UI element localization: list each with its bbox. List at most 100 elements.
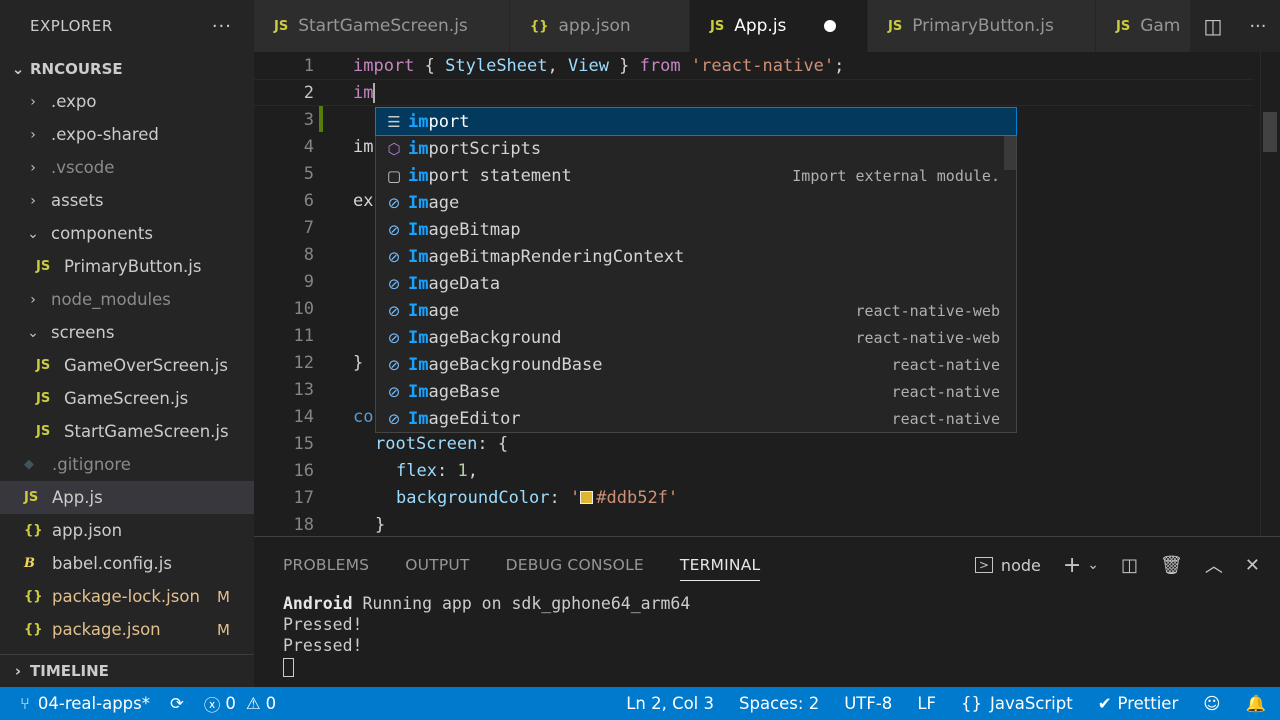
tree-item[interactable]: › .expo (0, 85, 254, 118)
suggestion-item[interactable]: ⊘ Im ageBitmap (376, 216, 1016, 243)
tree-item[interactable]: Bbabel.config.js (0, 547, 254, 580)
tree-item-label: node_modules (51, 290, 171, 309)
tree-item[interactable]: › .expo-shared (0, 118, 254, 151)
trash-icon[interactable]: 🗑 (1160, 555, 1183, 576)
tree-item[interactable]: JS StartGameScreen.js (0, 415, 254, 448)
cursor-position[interactable]: Ln 2, Col 3 (626, 694, 714, 713)
suggestion-item[interactable]: ⊘ Im ageBackground react-native-web (376, 324, 1016, 351)
variable-icon: ⊘ (387, 193, 401, 212)
line-code: im (353, 82, 376, 103)
feedback-icon[interactable]: ☺ (1203, 694, 1220, 713)
tab-label: app.json (558, 16, 631, 36)
chevron-down-icon[interactable]: ⌄ (1087, 557, 1099, 573)
prettier-status[interactable]: ✔ Prettier (1098, 694, 1179, 713)
tree-item-label: babel.config.js (52, 554, 172, 573)
explorer-header: EXPLORER ··· (0, 0, 254, 52)
suggestion-item[interactable]: ⊘ Im ageBitmapRenderingContext (376, 243, 1016, 270)
add-terminal-icon[interactable]: + (1063, 553, 1081, 578)
problems-status[interactable]: ⓧ 0 ⚠ 0 (204, 692, 276, 716)
js-file-icon: JS (888, 18, 903, 34)
indentation[interactable]: Spaces: 2 (739, 694, 819, 713)
line-code: import { StyleSheet, View } from 'react-… (353, 55, 845, 76)
terminal-icon[interactable]: > (974, 557, 993, 573)
tab-terminal[interactable]: TERMINAL (679, 537, 761, 593)
terminal-selector[interactable]: node (1001, 556, 1041, 575)
module-icon: ⬡ (387, 139, 401, 158)
maximize-panel-icon[interactable]: ︿ (1205, 552, 1223, 578)
tree-item[interactable]: › .vscode (0, 151, 254, 184)
tab-primarybutton[interactable]: JS PrimaryButton.js (868, 0, 1096, 52)
js-file-icon: JS (274, 18, 289, 34)
panel-actions: > node + ⌄ ◫ 🗑 ︿ ✕ (953, 537, 1260, 593)
suggestion-label: ageData (428, 273, 501, 294)
color-swatch[interactable] (580, 490, 594, 504)
unsaved-dot-icon[interactable] (824, 20, 837, 32)
tree-item[interactable]: › node_modules (0, 283, 254, 316)
suggestion-match: im (408, 165, 429, 186)
suggestion-match: Im (408, 219, 429, 240)
suggestion-item[interactable]: ⊘ Im age react-native-web (376, 297, 1016, 324)
tab-output[interactable]: OUTPUT (405, 537, 469, 593)
tab-debug-console[interactable]: DEBUG CONSOLE (506, 537, 644, 593)
warning-icon: ⚠ (245, 694, 261, 713)
sync-icon[interactable]: ⟳ (170, 694, 184, 713)
tab-app-js[interactable]: JS App.js (690, 0, 868, 52)
suggestion-scrollbar[interactable] (1004, 136, 1016, 170)
js-file-icon: JS (36, 259, 51, 274)
tree-item-label: package-lock.json (52, 587, 200, 606)
explorer-root-folder[interactable]: ⌄ RNCOURSE (0, 52, 254, 85)
line-number: 11 (293, 325, 314, 346)
editor-scrollbar[interactable] (1260, 52, 1280, 536)
suggestion-detail: react-native (891, 382, 1000, 401)
tab-startgamescreen[interactable]: JS StartGameScreen.js (254, 0, 510, 52)
suggestion-item[interactable]: ⊘ Im ageBase react-native (376, 378, 1016, 405)
suggestion-item[interactable]: ⬡ im portScripts (376, 135, 1016, 162)
tree-item[interactable]: JS GameScreen.js (0, 382, 254, 415)
more-actions-icon[interactable]: ··· (1249, 16, 1266, 37)
timeline-section[interactable]: › TIMELINE (0, 654, 254, 687)
line-code: flex: 1, (396, 460, 478, 481)
notifications-icon[interactable]: 🔔 (1245, 694, 1266, 714)
tab-app-json[interactable]: {} app.json (510, 0, 690, 52)
git-branch-icon: ⑂ (20, 694, 30, 713)
git-branch[interactable]: ⑂ 04-real-apps* (20, 694, 150, 713)
language-mode[interactable]: {} JavaScript (961, 694, 1073, 713)
tab-label: Gam (1140, 16, 1181, 36)
terminal-output[interactable]: Android Running app on sdk_gphone64_arm6… (254, 593, 1280, 677)
suggestion-item[interactable]: ⊘ Im age (376, 189, 1016, 216)
git-file-icon: ◆ (24, 457, 34, 472)
tree-item[interactable]: JS GameOverScreen.js (0, 349, 254, 382)
split-editor-icon[interactable]: ◫ (1203, 14, 1222, 38)
suggestion-label: port statement (428, 165, 572, 186)
tree-item[interactable]: ⌄ screens (0, 316, 254, 349)
tree-item[interactable]: ◆ .gitignore (0, 448, 254, 481)
line-number: 7 (303, 217, 314, 238)
scrollbar-thumb[interactable] (1263, 112, 1277, 152)
js-file-icon: JS (36, 424, 51, 439)
tree-item[interactable]: {} app.json (0, 514, 254, 547)
close-icon[interactable]: ✕ (1245, 555, 1260, 576)
tree-item[interactable]: {} package.json M (0, 613, 254, 646)
tree-item[interactable]: JS App.js (0, 481, 254, 514)
editor-actions: ◫ ··· (1190, 0, 1280, 52)
suggestion-item[interactable]: ▢ im port statement Import external module. (376, 162, 1016, 189)
variable-icon: ⊘ (387, 355, 401, 374)
tree-item[interactable]: › assets (0, 184, 254, 217)
suggestion-item[interactable]: ⊘ Im ageEditor react-native (376, 405, 1016, 432)
split-terminal-icon[interactable]: ◫ (1121, 555, 1138, 576)
suggestion-item[interactable]: ⊘ Im ageBackgroundBase react-native (376, 351, 1016, 378)
tree-item-label: StartGameScreen.js (64, 422, 229, 441)
tree-item[interactable]: {} package-lock.json M (0, 580, 254, 613)
suggestion-item[interactable]: ⊘ Im ageData (376, 270, 1016, 297)
more-actions-icon[interactable]: ··· (212, 16, 232, 37)
line-code: } (353, 352, 364, 373)
suggestion-detail: react-native-web (855, 301, 1001, 320)
tree-item[interactable]: JS PrimaryButton.js (0, 250, 254, 283)
line-endings[interactable]: LF (917, 694, 936, 713)
tab-problems[interactable]: PROBLEMS (283, 537, 369, 593)
encoding[interactable]: UTF-8 (844, 694, 892, 713)
line-number: 18 (293, 514, 314, 535)
suggestion-item[interactable]: ☰ im port (375, 107, 1017, 136)
text-cursor (373, 82, 376, 103)
tree-item[interactable]: ⌄ components (0, 217, 254, 250)
